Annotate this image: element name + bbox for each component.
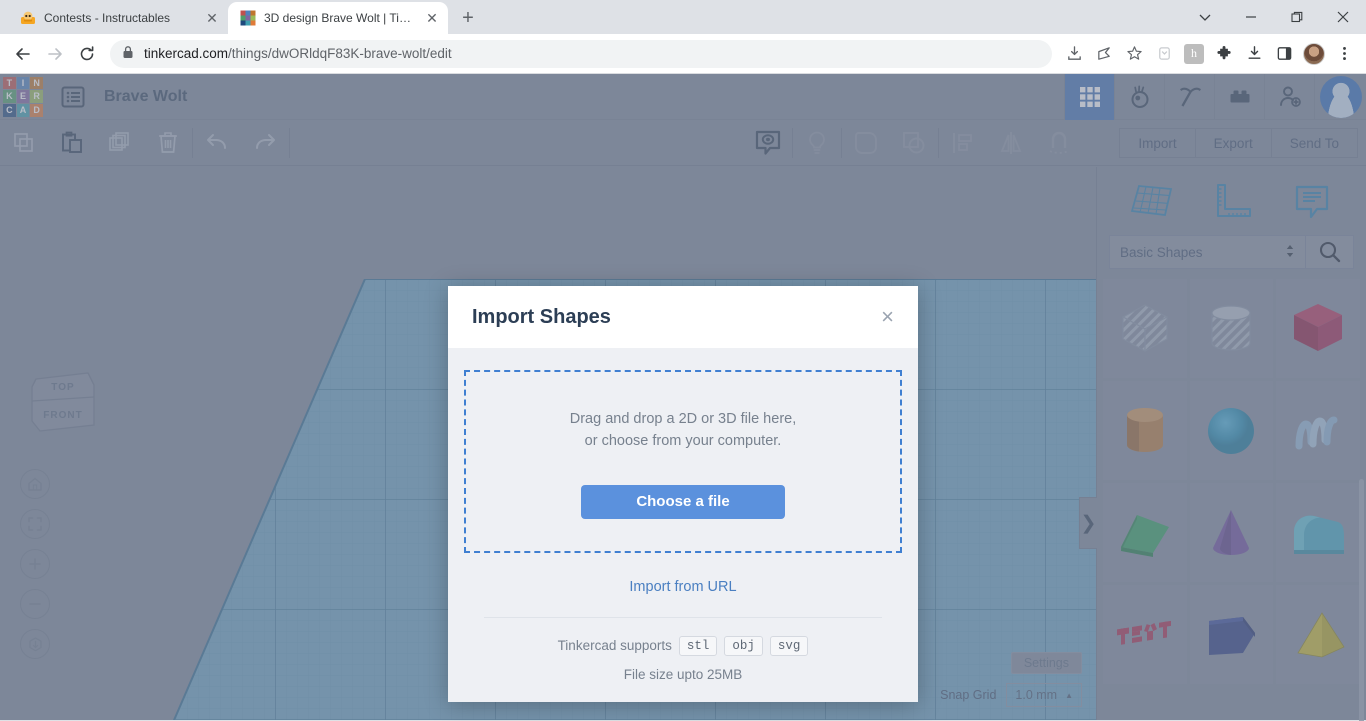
file-dropzone[interactable]: Drag and drop a 2D or 3D file here, or c… bbox=[464, 370, 902, 553]
browser-tab-1-close-icon[interactable]: ✕ bbox=[204, 10, 220, 26]
extension-badge: h bbox=[1184, 43, 1204, 64]
window-maximize-icon[interactable] bbox=[1274, 0, 1320, 34]
profile-avatar[interactable] bbox=[1300, 40, 1328, 68]
address-bar[interactable]: tinkercad.com/things/dwORldqF83K-brave-w… bbox=[110, 39, 1052, 68]
format-chip-stl: stl bbox=[678, 635, 718, 656]
supports-prefix: Tinkercad supports bbox=[557, 638, 672, 654]
import-shapes-dialog: Import Shapes × Drag and drop a 2D or 3D… bbox=[448, 286, 918, 702]
url-path: /things/dwORldqF83K-brave-wolt/edit bbox=[228, 46, 452, 61]
downloads-icon[interactable] bbox=[1240, 40, 1268, 68]
import-from-url-link[interactable]: Import from URL bbox=[464, 579, 902, 595]
tab-search-icon[interactable] bbox=[1182, 0, 1228, 34]
window-controls bbox=[1182, 0, 1366, 34]
browser-tab-2-close-icon[interactable]: ✕ bbox=[424, 10, 440, 26]
browser-tab-2[interactable]: 3D design Brave Wolt | Tinkercad ✕ bbox=[228, 2, 448, 34]
install-app-icon[interactable] bbox=[1060, 40, 1088, 68]
browser-tab-strip: Contests - Instructables ✕ 3D design Bra… bbox=[0, 0, 1366, 34]
dialog-header: Import Shapes × bbox=[448, 286, 918, 348]
dialog-divider bbox=[484, 616, 882, 618]
avatar bbox=[1303, 42, 1325, 65]
extensions-puzzle-icon[interactable] bbox=[1210, 40, 1238, 68]
format-chip-obj: obj bbox=[724, 635, 763, 656]
format-chip-svg: svg bbox=[769, 635, 809, 656]
browser-tab-1[interactable]: Contests - Instructables ✕ bbox=[8, 2, 228, 34]
choose-a-file-button[interactable]: Choose a file bbox=[581, 484, 785, 519]
window-minimize-icon[interactable] bbox=[1228, 0, 1274, 34]
extension-hypothesis-icon[interactable]: h bbox=[1180, 40, 1208, 68]
browser-toolbar: tinkercad.com/things/dwORldqF83K-brave-w… bbox=[0, 34, 1366, 74]
three-dot-menu-icon[interactable] bbox=[1330, 40, 1358, 68]
browser-tab-1-title: Contests - Instructables bbox=[44, 11, 171, 25]
address-bar-url: tinkercad.com/things/dwORldqF83K-brave-w… bbox=[144, 46, 452, 61]
dialog-title: Import Shapes bbox=[472, 305, 611, 328]
forward-icon bbox=[40, 39, 70, 69]
lock-icon bbox=[122, 45, 134, 62]
file-size-note: File size upto 25MB bbox=[623, 666, 743, 682]
tinkercad-icon bbox=[240, 10, 256, 26]
back-icon[interactable] bbox=[8, 39, 38, 69]
bookmark-star-icon[interactable] bbox=[1120, 40, 1148, 68]
new-tab-button[interactable]: + bbox=[454, 4, 482, 32]
url-domain: tinkercad.com bbox=[144, 46, 229, 61]
supported-formats-row: Tinkercad supports stl obj svg bbox=[464, 635, 902, 656]
reload-icon[interactable] bbox=[72, 39, 102, 69]
extension-pocket-icon[interactable] bbox=[1150, 40, 1178, 68]
share-icon[interactable] bbox=[1090, 40, 1118, 68]
window-close-icon[interactable] bbox=[1320, 0, 1366, 34]
tinkercad-app: T I N K E R C A D Brave Wolt bbox=[0, 74, 1366, 721]
dropzone-line-1: Drag and drop a 2D or 3D file here, bbox=[569, 411, 797, 427]
browser-tab-2-title: 3D design Brave Wolt | Tinkercad bbox=[264, 11, 416, 25]
side-panel-icon[interactable] bbox=[1270, 40, 1298, 68]
dialog-body: Drag and drop a 2D or 3D file here, or c… bbox=[448, 348, 918, 702]
close-icon[interactable]: × bbox=[881, 306, 894, 328]
dropzone-line-2: or choose from your computer. bbox=[584, 433, 782, 450]
instructables-icon bbox=[20, 10, 36, 26]
